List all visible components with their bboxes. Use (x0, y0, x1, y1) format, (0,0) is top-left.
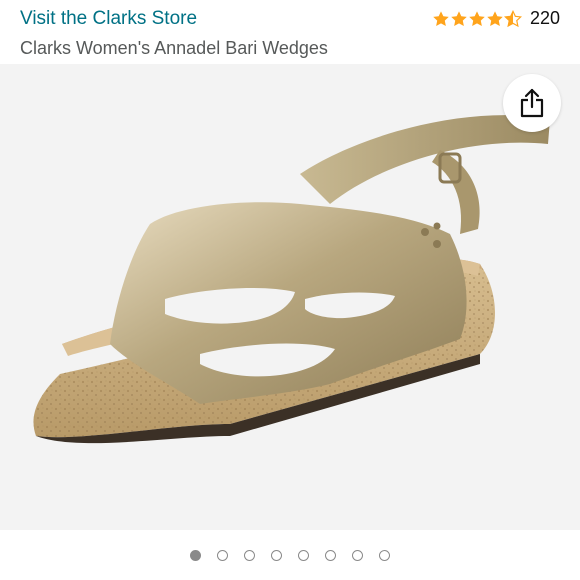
star-half-icon (503, 9, 522, 27)
sandal-wedge-image[interactable] (0, 64, 580, 530)
pager-dot[interactable] (379, 549, 390, 561)
star-full-icon (433, 10, 449, 26)
star-full-icon (469, 10, 485, 26)
product-header: Visit the Clarks Store Clarks Women's An… (0, 0, 580, 64)
visit-store-link[interactable]: Visit the Clarks Store (20, 8, 197, 30)
star-full-icon (487, 10, 503, 26)
pager-dot[interactable] (190, 549, 201, 561)
share-icon (520, 88, 544, 118)
star-rating (432, 9, 522, 28)
product-title: Clarks Women's Annadel Bari Wedges (20, 38, 328, 58)
pager-dot[interactable] (298, 549, 309, 561)
rating-count[interactable]: 220 (530, 8, 560, 29)
share-button[interactable] (503, 74, 561, 132)
image-pager[interactable] (0, 530, 580, 580)
rating-summary[interactable]: 220 (432, 8, 560, 29)
pager-dot[interactable] (244, 549, 255, 561)
star-full-icon (451, 10, 467, 26)
pager-dot[interactable] (325, 549, 336, 561)
pager-dot[interactable] (217, 549, 228, 561)
pager-dot[interactable] (271, 549, 282, 561)
pager-dot[interactable] (352, 549, 363, 561)
